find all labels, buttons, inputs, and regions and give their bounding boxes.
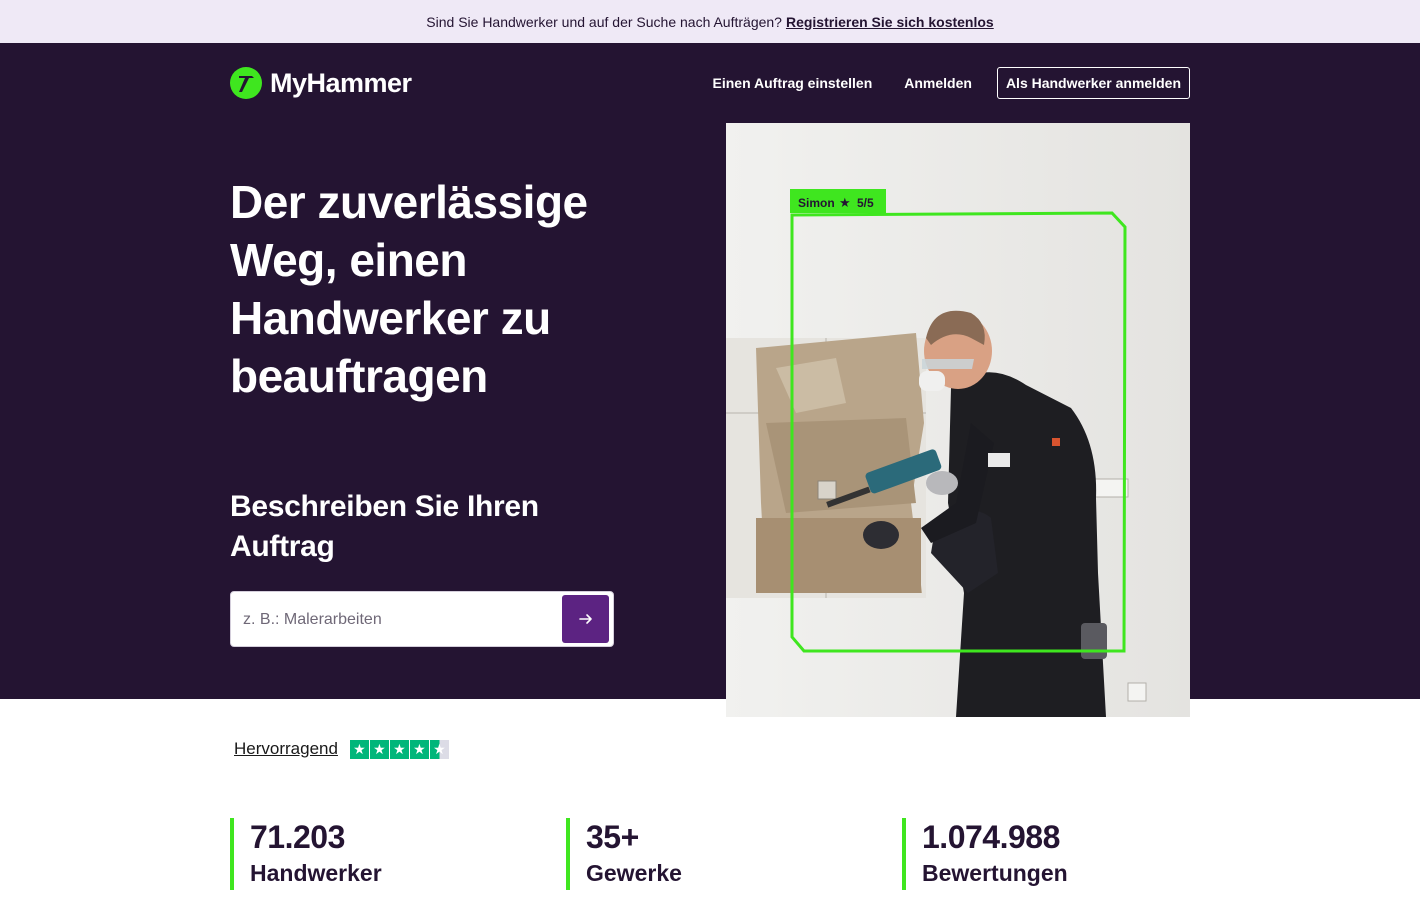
job-search-input[interactable] bbox=[243, 606, 553, 634]
stat-label: Handwerker bbox=[250, 860, 382, 886]
rating-stars: ★ ★ ★ ★ ★ bbox=[349, 739, 450, 759]
star-icon: ★ bbox=[349, 739, 369, 759]
hero-photo: Simon ★ 5/5 bbox=[726, 123, 1190, 717]
hammer-logo-icon bbox=[230, 67, 262, 99]
stat-value: 71.203 bbox=[250, 819, 345, 855]
stat-label: Gewerke bbox=[586, 860, 682, 886]
announcement-bar: Sind Sie Handwerker und auf der Suche na… bbox=[0, 0, 1420, 43]
tradesman-login-button[interactable]: Als Handwerker anmelden bbox=[996, 67, 1190, 99]
register-link[interactable]: Registrieren Sie sich kostenlos bbox=[786, 14, 994, 30]
nav-login[interactable]: Anmelden bbox=[904, 75, 972, 91]
stat-reviews: 1.074.988 Bewertungen bbox=[902, 818, 1068, 890]
stat-trades: 35+ Gewerke bbox=[566, 818, 682, 890]
hero-headline: Der zuverlässige Weg, einen Handwerker z… bbox=[230, 176, 588, 402]
hero-section bbox=[0, 43, 1420, 699]
stat-value: 35+ bbox=[586, 819, 639, 855]
trust-rating: Hervorragend ★ ★ ★ ★ ★ bbox=[234, 738, 450, 760]
star-icon: ★ bbox=[389, 739, 409, 759]
stat-value: 1.074.988 bbox=[922, 819, 1060, 855]
photo-tag-star-icon: ★ bbox=[839, 196, 851, 211]
logo[interactable]: MyHammer bbox=[230, 67, 412, 99]
rating-label-link[interactable]: Hervorragend bbox=[234, 739, 338, 759]
hero-subheadline: Beschreiben Sie Ihren Auftrag bbox=[230, 490, 539, 563]
stat-label: Bewertungen bbox=[922, 860, 1068, 886]
brand-name: MyHammer bbox=[270, 67, 412, 98]
nav-post-job[interactable]: Einen Auftrag einstellen bbox=[713, 75, 873, 91]
job-search-box bbox=[230, 591, 614, 647]
star-icon: ★ bbox=[409, 739, 429, 759]
search-submit-button[interactable] bbox=[562, 595, 609, 643]
half-star-icon: ★ bbox=[429, 739, 449, 759]
photo-tag-name: Simon bbox=[798, 196, 835, 210]
star-icon: ★ bbox=[369, 739, 389, 759]
photo-tag-rating: 5/5 bbox=[857, 196, 874, 210]
stat-tradesmen: 71.203 Handwerker bbox=[230, 818, 382, 890]
craftsman-illustration: Simon ★ 5/5 bbox=[726, 123, 1190, 717]
announcement-text: Sind Sie Handwerker und auf der Suche na… bbox=[426, 13, 782, 30]
main-nav: Einen Auftrag einstellen Anmelden Als Ha… bbox=[681, 67, 1190, 99]
arrow-right-icon bbox=[578, 614, 592, 624]
